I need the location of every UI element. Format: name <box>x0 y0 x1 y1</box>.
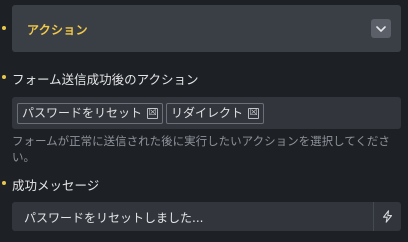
tag-label: パスワードをリセット <box>22 106 143 120</box>
success-message-input[interactable]: パスワードをリセットしました... <box>24 209 203 226</box>
actions-accordion-header[interactable]: アクション <box>12 5 401 52</box>
indicator-dot <box>2 181 6 185</box>
dynamic-value-button[interactable] <box>373 202 401 231</box>
close-icon[interactable]: ☒ <box>147 108 159 119</box>
indicator-dot <box>2 26 6 30</box>
actions-field-label: フォーム送信成功後のアクション <box>12 72 199 87</box>
success-message-label: 成功メッセージ <box>12 178 100 193</box>
settings-panel: アクション フォーム送信成功後のアクション パスワードをリセット ☒ リダイレク… <box>0 0 408 242</box>
tag-label: リダイレクト <box>171 106 244 120</box>
accordion-title: アクション <box>27 23 88 37</box>
tag-redirect: リダイレクト ☒ <box>166 103 265 124</box>
success-message-field[interactable]: パスワードをリセットしました... <box>12 202 401 231</box>
actions-multiselect[interactable]: パスワードをリセット ☒ リダイレクト ☒ <box>12 97 401 129</box>
accordion-toggle-button[interactable] <box>371 19 391 38</box>
actions-help-text: フォームが正常に送信された後に実行したいアクションを選択してください。 <box>12 134 390 164</box>
chevron-down-icon <box>376 25 386 32</box>
close-icon[interactable]: ☒ <box>248 108 260 119</box>
bolt-icon <box>382 210 393 223</box>
tag-reset-password: パスワードをリセット ☒ <box>17 103 164 124</box>
indicator-dot <box>2 75 6 79</box>
